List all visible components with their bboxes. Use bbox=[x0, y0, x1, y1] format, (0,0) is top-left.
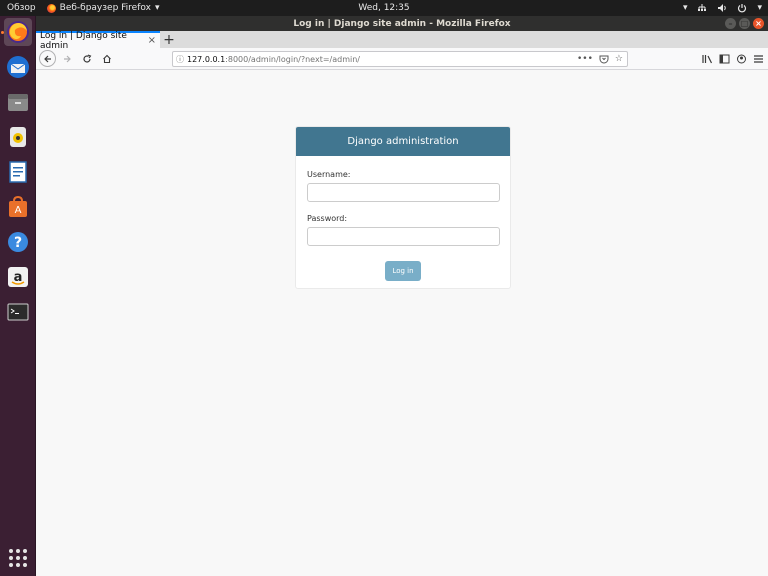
login-button[interactable]: Log in bbox=[385, 261, 421, 281]
url-host: 127.0.0.1 bbox=[187, 54, 226, 64]
app-menu-label: Веб-браузер Firefox bbox=[59, 3, 151, 13]
firefox-small-icon bbox=[46, 3, 56, 13]
username-input[interactable] bbox=[307, 183, 500, 202]
info-icon[interactable]: ⓘ bbox=[173, 54, 187, 65]
gnome-top-bar: Обзор Веб-браузер Firefox ▾ Wed, 12:35 ▾… bbox=[0, 0, 768, 16]
dock-terminal[interactable] bbox=[4, 298, 32, 326]
rhythmbox-icon bbox=[10, 127, 26, 147]
activities-button[interactable]: Обзор bbox=[0, 3, 43, 13]
dock-software[interactable]: A bbox=[4, 193, 32, 221]
url-actions: ••• ☆ bbox=[577, 52, 623, 66]
power-icon[interactable] bbox=[737, 3, 747, 13]
submit-row: Log in bbox=[307, 258, 499, 281]
running-indicator bbox=[1, 31, 4, 34]
library-icon[interactable] bbox=[702, 54, 713, 64]
dock-thunderbird[interactable] bbox=[4, 53, 32, 81]
home-icon bbox=[103, 54, 111, 63]
close-tab-icon[interactable]: × bbox=[148, 35, 156, 46]
account-icon[interactable] bbox=[736, 54, 747, 64]
dock-help[interactable]: ? bbox=[4, 228, 32, 256]
system-tray[interactable]: ▾ ▾ bbox=[683, 0, 762, 16]
show-applications-button[interactable] bbox=[9, 549, 27, 567]
svg-text:A: A bbox=[15, 205, 22, 216]
reload-button[interactable] bbox=[78, 50, 96, 68]
page-actions-icon[interactable]: ••• bbox=[577, 54, 593, 64]
software-icon: A bbox=[9, 196, 27, 217]
chevron-down-icon[interactable]: ▾ bbox=[757, 3, 762, 13]
minimize-icon[interactable]: – bbox=[725, 18, 736, 29]
volume-icon[interactable] bbox=[717, 3, 727, 13]
app-menu[interactable]: Веб-браузер Firefox ▾ bbox=[46, 3, 160, 13]
dock-rhythmbox[interactable] bbox=[4, 123, 32, 151]
dock-writer[interactable] bbox=[4, 158, 32, 186]
tab-strip: Log in | Django site admin × + bbox=[36, 31, 768, 51]
page-content: Django administration Username: Password… bbox=[37, 71, 768, 576]
window-titlebar[interactable]: Log in | Django site admin - Mozilla Fir… bbox=[36, 16, 768, 31]
firefox-icon bbox=[7, 21, 29, 43]
dock-files[interactable] bbox=[4, 88, 32, 116]
dock-firefox[interactable] bbox=[4, 18, 32, 46]
pocket-icon[interactable] bbox=[599, 54, 609, 64]
amazon-icon: a bbox=[8, 267, 28, 287]
reload-icon bbox=[83, 53, 92, 63]
password-input[interactable] bbox=[307, 227, 500, 246]
sidebar-icon[interactable] bbox=[719, 54, 730, 64]
site-title: Django administration bbox=[347, 136, 459, 147]
bookmark-star-icon[interactable]: ☆ bbox=[615, 54, 623, 64]
files-icon bbox=[8, 94, 28, 111]
home-button[interactable] bbox=[98, 50, 116, 68]
thunderbird-icon bbox=[7, 56, 29, 78]
network-icon[interactable] bbox=[697, 3, 707, 13]
username-label: Username: bbox=[307, 170, 351, 179]
new-tab-button[interactable]: + bbox=[160, 31, 178, 48]
chevron-down-icon[interactable]: ▾ bbox=[683, 3, 688, 13]
arrow-left-icon bbox=[43, 55, 51, 62]
chevron-down-icon: ▾ bbox=[154, 3, 160, 13]
window-title: Log in | Django site admin - Mozilla Fir… bbox=[293, 18, 511, 29]
arrow-right-icon bbox=[64, 55, 71, 62]
toolbar-right bbox=[702, 51, 764, 67]
navigation-toolbar: ⓘ 127.0.0.1:8000/admin/login/?next=/admi… bbox=[36, 48, 768, 70]
url-bar[interactable]: ⓘ 127.0.0.1:8000/admin/login/?next=/admi… bbox=[172, 51, 628, 67]
hamburger-menu-icon[interactable] bbox=[753, 54, 764, 64]
writer-icon bbox=[9, 161, 27, 183]
help-icon: ? bbox=[8, 232, 28, 252]
ubuntu-dock: A ? a bbox=[0, 16, 36, 576]
terminal-icon bbox=[7, 303, 29, 321]
forward-button[interactable] bbox=[58, 50, 76, 68]
close-window-icon[interactable]: × bbox=[753, 18, 764, 29]
window-controls: – □ × bbox=[725, 18, 764, 29]
password-label: Password: bbox=[307, 214, 348, 223]
login-header: Django administration bbox=[296, 127, 510, 156]
tab-active[interactable]: Log in | Django site admin × bbox=[36, 31, 160, 51]
login-form: Username: Password: Log in bbox=[296, 156, 510, 281]
back-button[interactable] bbox=[39, 50, 56, 67]
url-path: :8000/admin/login/?next=/admin/ bbox=[225, 54, 360, 64]
dock-amazon[interactable]: a bbox=[4, 263, 32, 291]
maximize-icon[interactable]: □ bbox=[739, 18, 750, 29]
svg-text:?: ? bbox=[14, 235, 22, 251]
login-panel: Django administration Username: Password… bbox=[295, 126, 511, 289]
